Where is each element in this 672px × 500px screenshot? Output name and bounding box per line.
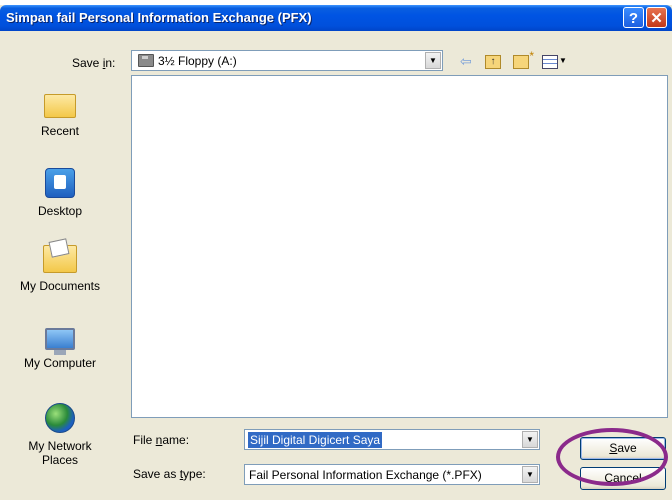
save-as-type-label: Save as type: (133, 467, 206, 481)
dialog-title: Simpan fail Personal Information Exchang… (6, 10, 312, 25)
place-label: My Computer (23, 356, 97, 370)
place-my-documents[interactable]: My Documents (0, 245, 120, 293)
file-name-input[interactable]: Sijil Digital Digicert Saya ▼ (244, 429, 540, 450)
save-in-label-suffix: n: (105, 56, 116, 70)
views-dropdown-icon[interactable]: ▼ (559, 56, 567, 65)
place-recent[interactable]: Recent (0, 91, 120, 138)
save-as-type-label-suffix: ype: (183, 467, 206, 481)
chevron-down-icon[interactable]: ▼ (522, 431, 538, 448)
save-button-label: ave (617, 441, 637, 455)
back-icon[interactable]: ⇦ (460, 53, 472, 69)
new-folder-icon[interactable] (513, 48, 534, 69)
views-icon[interactable] (542, 55, 558, 69)
place-my-network[interactable]: My Network Places (0, 403, 120, 467)
cancel-button[interactable]: Cancel (580, 467, 666, 490)
my-computer-icon (45, 328, 75, 355)
save-as-type-value: Fail Personal Information Exchange (*.PF… (249, 468, 482, 482)
desktop-icon (45, 168, 75, 198)
chevron-down-icon[interactable]: ▼ (522, 466, 538, 483)
file-name-label-suffix: ame: (162, 433, 190, 447)
save-in-label: Save in: (72, 56, 115, 70)
close-button[interactable]: ✕ (646, 7, 667, 28)
place-label: Desktop (37, 204, 83, 218)
up-folder-icon[interactable]: ↑ (485, 55, 501, 69)
place-label: My Network Places (28, 439, 92, 467)
save-button[interactable]: Save (580, 437, 666, 460)
save-dialog: Simpan fail Personal Information Exchang… (0, 5, 672, 500)
help-button[interactable]: ? (623, 7, 644, 28)
place-label: Recent (40, 124, 80, 138)
file-name-value[interactable]: Sijil Digital Digicert Saya (248, 432, 383, 448)
save-as-type-dropdown[interactable]: Fail Personal Information Exchange (*.PF… (244, 464, 540, 485)
my-documents-icon (43, 245, 77, 273)
save-in-value: 3½ Floppy (A:) (158, 54, 237, 68)
file-name-label: File name: (133, 433, 189, 447)
file-name-label-prefix: File (133, 433, 156, 447)
my-network-icon (45, 403, 75, 433)
recent-folder-icon (44, 94, 76, 118)
file-list[interactable] (131, 75, 668, 418)
save-in-dropdown[interactable]: 3½ Floppy (A:) ▼ (131, 50, 443, 71)
chevron-down-icon[interactable]: ▼ (425, 52, 441, 69)
title-bar[interactable]: Simpan fail Personal Information Exchang… (0, 5, 672, 31)
save-as-type-label-prefix: Save as (133, 467, 180, 481)
save-in-label-prefix: Save (72, 56, 103, 70)
place-desktop[interactable]: Desktop (0, 168, 120, 218)
place-label: My Documents (19, 279, 101, 293)
floppy-drive-icon (138, 54, 154, 67)
places-bar: Recent Desktop My Documents My Computer … (0, 73, 120, 500)
place-my-computer[interactable]: My Computer (0, 325, 120, 370)
